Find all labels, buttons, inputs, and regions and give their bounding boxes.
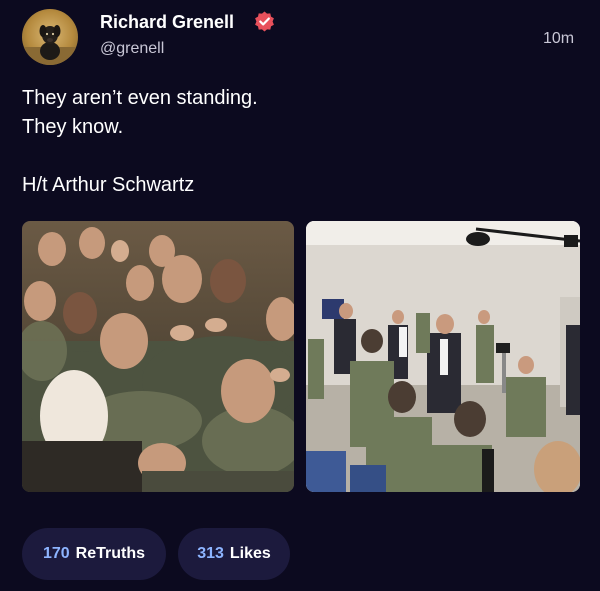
- retruths-button[interactable]: 170 ReTruths: [22, 528, 166, 580]
- post-text-line: They know.: [22, 116, 124, 138]
- post-image-1[interactable]: [22, 221, 294, 492]
- post-text: They aren’t even standing. They know. H/…: [22, 84, 542, 200]
- likes-label: Likes: [229, 545, 271, 562]
- retruths-count: 170: [42, 545, 70, 562]
- post-image-2[interactable]: [306, 221, 580, 492]
- verified-badge-icon: [254, 11, 275, 32]
- post-text-line: H/t Arthur Schwartz: [22, 174, 195, 196]
- retruths-label: ReTruths: [75, 545, 146, 562]
- photo-room-standing: [306, 221, 580, 492]
- avatar-dog-icon: [22, 25, 78, 65]
- post-text-line: They aren’t even standing.: [22, 87, 258, 109]
- post-timestamp[interactable]: 10m: [543, 30, 574, 48]
- author-handle[interactable]: @grenell: [100, 40, 164, 58]
- likes-count: 313: [197, 545, 224, 562]
- display-name[interactable]: Richard Grenell: [100, 12, 234, 33]
- photo-crowd-handshake: [22, 221, 294, 492]
- likes-button[interactable]: 313 Likes: [178, 528, 290, 580]
- avatar[interactable]: [22, 9, 78, 65]
- truth-post: Richard Grenell @grenell 10m They aren’t…: [0, 0, 600, 591]
